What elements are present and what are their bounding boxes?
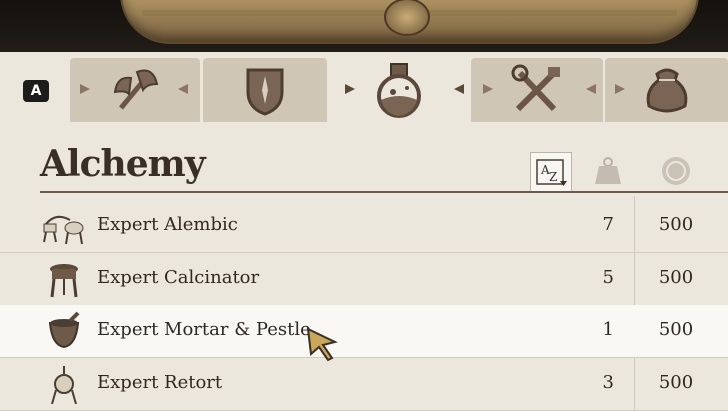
tab-separator-arrow-icon [345,84,355,94]
item-weight: 5 [602,267,614,288]
key-hint-a[interactable]: A [23,80,49,102]
sort-price-button[interactable] [656,152,696,190]
category-tabs [0,52,728,128]
tab-separator-arrow-icon [483,84,493,94]
tab-separator-arrow-icon [178,84,188,94]
header-divider [40,191,728,193]
calcinator-icon [50,264,78,298]
top-decoration [0,0,728,52]
item-price: 500 [658,214,694,235]
list-item[interactable]: Expert Calcinator 5 500 [0,253,728,306]
potion-icon [377,63,421,118]
item-price: 500 [658,319,694,340]
coin-icon [662,157,690,185]
mortar-icon [48,311,80,349]
mouse-cursor-icon [306,327,338,362]
tab-separator-arrow-icon [80,84,90,94]
tab-separator-arrow-icon [586,84,596,94]
item-name: Expert Retort [97,372,223,393]
tab-separator-arrow-icon [454,84,464,94]
tab-separator-arrow-icon [615,84,625,94]
item-name: Expert Mortar & Pestle [97,319,311,340]
item-name: Expert Calcinator [97,267,260,288]
weight-icon [595,157,621,184]
ornament-frame [120,0,699,44]
sort-weight-button[interactable] [588,152,628,190]
list-item[interactable]: Expert Retort 3 500 [0,358,728,411]
list-item[interactable]: Expert Alembic 7 500 [0,200,728,253]
list-item-selected[interactable]: Expert Mortar & Pestle 1 500 [0,305,728,358]
item-price: 500 [658,267,694,288]
sort-button[interactable]: A Z [530,152,572,192]
category-title: Alchemy [40,143,206,185]
item-price: 500 [658,372,694,393]
tools-icon [511,64,560,112]
sort-az-icon: A Z [536,159,567,186]
item-weight: 3 [602,372,614,393]
shield-icon [246,68,284,116]
item-weight: 7 [602,214,614,235]
pouch-icon [646,68,687,113]
tab-armor[interactable] [203,58,327,122]
ornament-knob [384,0,430,36]
item-name: Expert Alembic [97,214,238,235]
item-weight: 1 [602,319,614,340]
retort-icon [51,366,77,404]
alembic-icon [43,215,84,245]
axe-icon [113,69,159,110]
svg-text:Z: Z [549,170,557,184]
